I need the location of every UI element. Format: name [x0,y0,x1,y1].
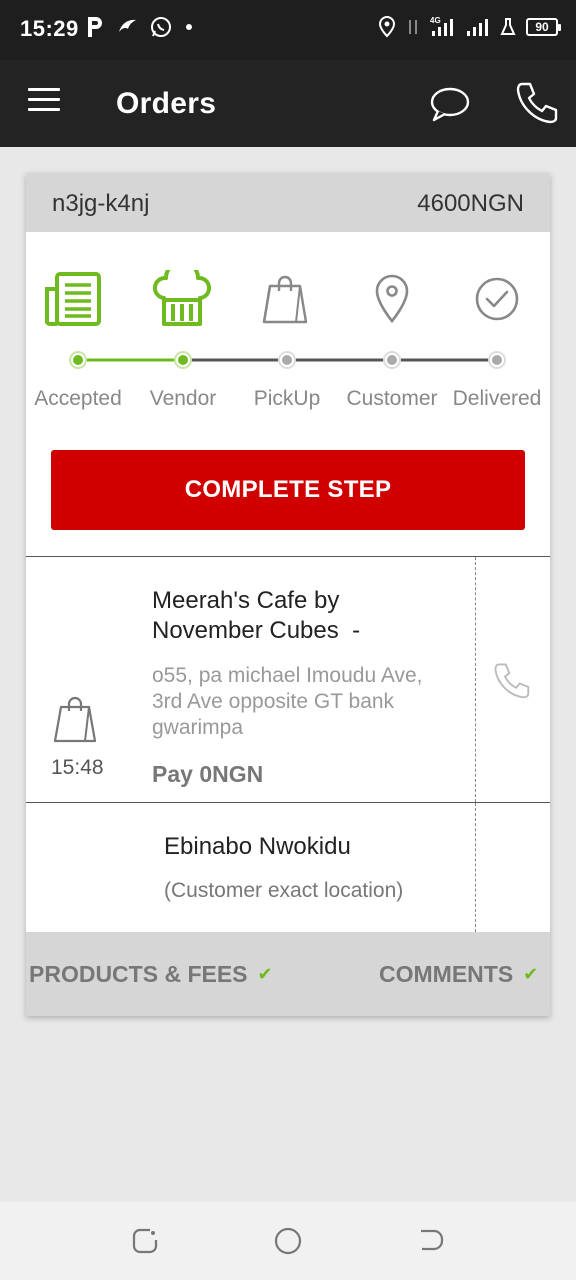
check-icon: ✔ [523,964,539,984]
phone-icon [516,82,558,124]
step-label-vendor: Vendor [149,387,217,410]
customer-location: (Customer exact location) [164,879,404,902]
app-bar: Orders [0,60,576,147]
step-pickup [256,269,318,329]
chat-button[interactable] [428,84,472,124]
divider [26,802,550,803]
signal-icon: 4G [430,16,453,36]
step-customer [361,269,423,329]
order-header[interactable]: n3jg-k4nj 4600NGN [26,173,550,232]
whatsapp-icon [151,17,171,37]
progress-node-fill [387,355,397,365]
menu-button[interactable] [28,88,62,118]
order-id: n3jg-k4nj [52,190,150,217]
status-bar: 15:29 4G 90 [0,0,576,60]
parking-icon [88,17,102,37]
progress-node-fill [178,355,188,365]
recent-apps-icon [132,1228,158,1254]
step-accepted [42,269,104,329]
tab-comments[interactable]: COMMENTS ✔ [379,961,538,988]
home-icon [274,1227,302,1255]
step-label-accepted: Accepted [34,387,122,410]
bird-icon [119,19,136,32]
complete-step-button[interactable]: COMPLETE STEP [51,450,525,530]
status-notification-icons [86,16,194,38]
step-label-customer: Customer [346,387,438,410]
status-system-icons: 4G 90 [378,16,561,38]
divider [26,556,550,557]
call-vendor-button[interactable] [492,661,530,699]
chef-hat-icon [153,270,211,326]
progress-node-fill [282,355,292,365]
pay-amount: Pay 0NGN [152,761,264,787]
chat-icon [430,87,470,122]
page-title: Orders [116,87,217,120]
order-amount: 4600NGN [417,190,524,217]
status-time: 15:29 [20,16,79,41]
network-label: 4G [430,16,441,25]
vertical-divider [475,803,476,932]
customer-name: Ebinabo Nwokidu [164,833,351,860]
vertical-divider [475,557,476,802]
vendor-name-line: November Cubes - [152,617,361,644]
lab-icon [500,18,516,35]
tab-comments-label: COMMENTS [379,961,514,987]
menu-icon [28,88,60,91]
signal-icon [467,19,488,36]
step-label-pickup: PickUp [253,387,321,410]
step-icons [26,269,550,329]
back-icon [421,1229,444,1251]
order-card: n3jg-k4nj 4600NGN Accepted Vendor PickUp… [26,173,550,1016]
call-button[interactable] [514,80,558,124]
battery-icon: 90 [526,18,561,36]
check-icon: ✔ [257,964,273,984]
location-icon [378,16,396,38]
dot-icon [186,24,192,30]
shopping-bag-icon [262,275,308,324]
progress-node-fill [73,355,83,365]
system-nav-bar [0,1202,576,1280]
data-arrows-icon [409,20,417,34]
tab-products-fees[interactable]: PRODUCTS & FEES ✔ [29,961,273,988]
step-delivered [466,269,528,329]
step-labels: Accepted Vendor PickUp Customer Delivere… [26,387,550,417]
shopping-bag-icon [53,696,97,743]
home-button[interactable] [273,1226,303,1256]
vendor-address: o55, pa michael Imoudu Ave, 3rd Ave oppo… [152,664,423,739]
progress-node-fill [492,355,502,365]
vendor-name-line: Meerah's Cafe by [152,587,340,614]
step-progress [69,351,506,369]
pickup-time: 15:48 [51,756,104,779]
check-circle-icon [475,277,519,321]
recent-apps-button[interactable] [130,1226,160,1256]
step-label-delivered: Delivered [452,387,542,410]
tab-products-label: PRODUCTS & FEES [29,961,248,987]
step-vendor [151,269,213,329]
back-button[interactable] [416,1226,446,1256]
vendor-name: Meerah's Cafe by November Cubes - [152,586,452,646]
card-footer: PRODUCTS & FEES ✔ COMMENTS ✔ [26,932,550,1016]
location-pin-icon [375,274,409,324]
phone-icon [494,663,530,699]
clipboard-icon [45,272,101,326]
